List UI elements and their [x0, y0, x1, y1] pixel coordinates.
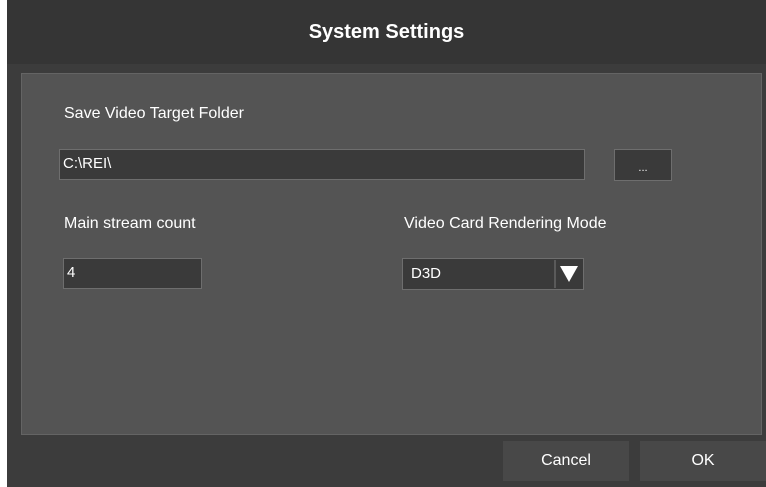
save-folder-input[interactable]: C:\REI\	[59, 149, 585, 180]
browse-button-label: ...	[638, 162, 648, 174]
system-settings-dialog: System Settings Save Video Target Folder…	[7, 0, 766, 487]
ok-label: OK	[691, 452, 715, 469]
cancel-label: Cancel	[541, 452, 591, 469]
render-mode-label: Video Card Rendering Mode	[404, 215, 607, 232]
save-folder-label: Save Video Target Folder	[64, 105, 244, 122]
dropdown-arrow-button[interactable]	[554, 260, 582, 288]
render-mode-select[interactable]: D3D	[402, 258, 584, 290]
render-mode-value: D3D	[411, 265, 442, 282]
browse-folder-button[interactable]: ...	[614, 149, 672, 181]
dropdown-arrow-icon	[560, 266, 578, 282]
title-bar: System Settings	[7, 0, 766, 64]
dialog-title: System Settings	[308, 20, 465, 43]
ok-button[interactable]: OK	[640, 441, 766, 481]
settings-panel: Save Video Target Folder C:\REI\ ... Mai…	[21, 73, 762, 435]
main-stream-label: Main stream count	[64, 215, 196, 232]
main-stream-count-input[interactable]: 4	[63, 258, 202, 289]
cancel-button[interactable]: Cancel	[503, 441, 629, 481]
